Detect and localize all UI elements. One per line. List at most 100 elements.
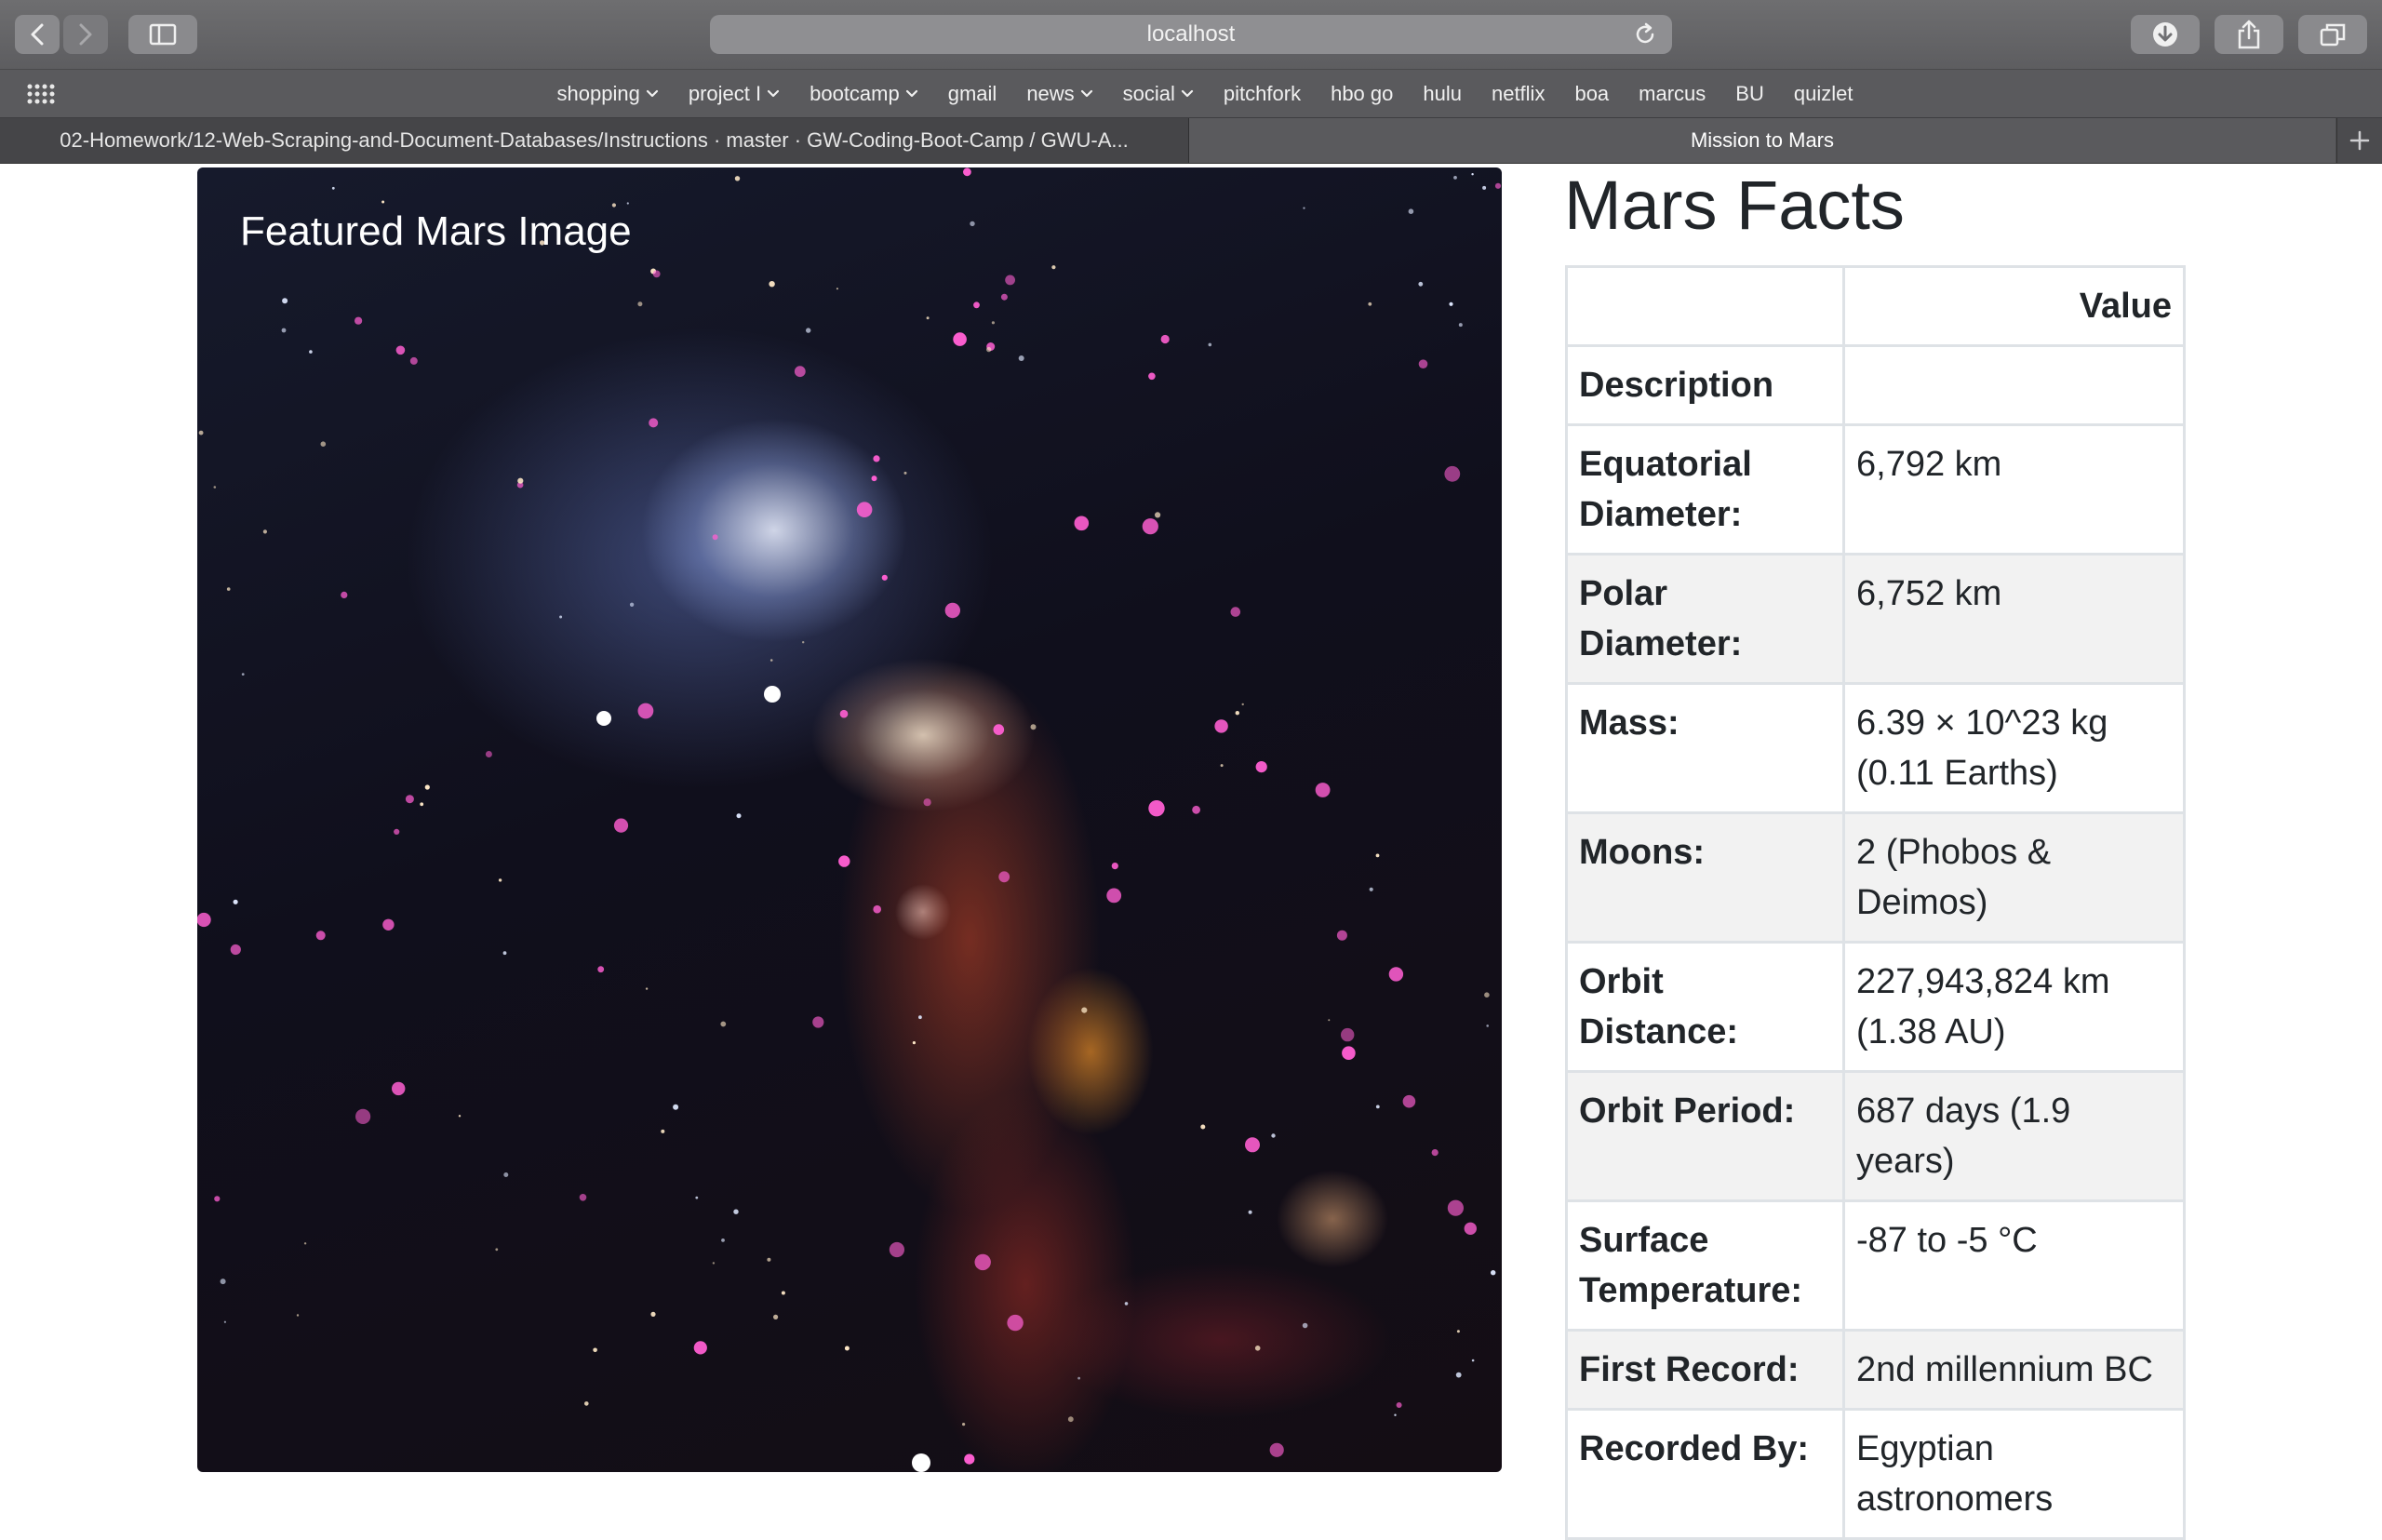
star <box>1005 275 1015 286</box>
star <box>1444 465 1461 482</box>
fact-label: First Record: <box>1565 1329 1845 1411</box>
star <box>794 366 806 378</box>
bookmark-item[interactable]: marcus <box>1639 82 1706 106</box>
bookmark-item[interactable]: BU <box>1735 82 1764 106</box>
back-button[interactable] <box>15 15 60 54</box>
star <box>986 346 992 353</box>
star <box>1106 888 1122 904</box>
star <box>1396 1402 1402 1408</box>
fact-value: 687 days (1.9 years) <box>1842 1070 2186 1202</box>
bookmark-item[interactable]: social <box>1123 82 1194 106</box>
star <box>962 1423 966 1426</box>
star <box>1200 1124 1206 1130</box>
bookmark-item[interactable]: news <box>1026 82 1092 106</box>
star <box>1248 1210 1252 1214</box>
star <box>712 534 718 541</box>
fact-label: Surface Temperature: <box>1565 1199 1845 1332</box>
table-row: Moons: 2 (Phobos & Deimos) <box>1565 811 2186 944</box>
star <box>993 724 1005 735</box>
tab-mission-to-mars[interactable]: Mission to Mars <box>1189 118 2335 163</box>
star <box>309 350 313 354</box>
star <box>1018 355 1024 361</box>
bookmark-item[interactable]: boa <box>1574 82 1609 106</box>
star <box>838 855 850 867</box>
star <box>1074 516 1090 531</box>
fact-value: -87 to -5 °C <box>1842 1199 2186 1332</box>
bookmark-item[interactable]: hulu <box>1423 82 1462 106</box>
star <box>812 1016 824 1028</box>
url-text: localhost <box>1146 21 1236 47</box>
tab-github-instructions[interactable]: 02-Homework/12-Web-Scraping-and-Document… <box>0 118 1189 163</box>
star <box>836 288 838 290</box>
star <box>773 1314 779 1319</box>
bookmark-label: hulu <box>1423 82 1462 105</box>
star <box>912 1041 917 1045</box>
star <box>1431 1149 1439 1157</box>
star <box>392 1081 406 1096</box>
star <box>963 167 971 177</box>
chevron-down-icon <box>1080 89 1092 98</box>
star <box>1111 863 1118 870</box>
star <box>1007 1314 1024 1332</box>
featured-mars-image: Featured Mars Image <box>197 167 1502 1472</box>
star <box>649 418 659 428</box>
browser-toolbar: localhost <box>0 0 2382 69</box>
star <box>1375 853 1380 858</box>
bookmark-item[interactable]: netflix <box>1492 82 1545 106</box>
table-row: Polar Diameter: 6,752 km <box>1565 553 2186 685</box>
tab-title: Mission to Mars <box>1690 128 1835 152</box>
star <box>964 1453 975 1465</box>
download-icon <box>2153 22 2177 47</box>
downloads-button[interactable] <box>2131 15 2200 54</box>
share-button[interactable] <box>2215 15 2283 54</box>
star <box>1030 724 1037 730</box>
star <box>341 591 348 598</box>
new-tab-button[interactable] <box>2336 118 2382 163</box>
star <box>1081 1007 1088 1013</box>
star <box>693 1341 707 1355</box>
bookmark-item[interactable]: quizlet <box>1794 82 1853 106</box>
bookmark-item[interactable]: pitchfork <box>1224 82 1301 106</box>
star <box>873 455 880 462</box>
reload-button[interactable] <box>1633 22 1657 53</box>
star <box>637 703 654 719</box>
share-icon <box>2238 20 2260 49</box>
star <box>918 1015 922 1020</box>
star <box>1456 1330 1460 1333</box>
address-bar[interactable]: localhost <box>710 15 1672 54</box>
star <box>281 328 287 333</box>
bookmark-label: social <box>1122 82 1175 105</box>
bookmark-label: boa <box>1574 82 1610 105</box>
bookmark-item[interactable]: shopping <box>557 82 659 106</box>
star <box>1315 783 1331 797</box>
star <box>626 202 629 205</box>
star <box>781 1291 785 1295</box>
star <box>315 931 326 941</box>
bookmark-item[interactable]: bootcamp <box>810 82 918 106</box>
star <box>1471 173 1474 176</box>
star <box>597 966 605 973</box>
star <box>1388 967 1404 982</box>
tab-overview-button[interactable] <box>2298 15 2367 54</box>
bookmark-item[interactable]: hbo go <box>1331 82 1393 106</box>
sidebar-toggle-button[interactable] <box>128 15 197 54</box>
bright-star <box>912 1453 930 1472</box>
chevron-down-icon <box>905 89 917 98</box>
star <box>661 1129 665 1133</box>
fact-label: Equatorial Diameter: <box>1565 423 1845 556</box>
star <box>844 1346 850 1351</box>
fact-label: Polar Diameter: <box>1565 553 1845 685</box>
forward-button[interactable] <box>63 15 108 54</box>
bookmark-list: shopping project I bootcamp gmail news social… <box>0 70 2382 118</box>
star <box>1077 1376 1080 1380</box>
header-value: Value <box>1842 265 2186 347</box>
star <box>593 1347 597 1353</box>
star <box>1342 1046 1356 1060</box>
bookmark-item[interactable]: project I <box>689 82 780 106</box>
star <box>1254 1346 1261 1351</box>
star <box>611 203 616 208</box>
bookmark-item[interactable]: gmail <box>948 82 997 106</box>
star <box>458 1115 462 1118</box>
table-header-row: Value <box>1565 265 2186 347</box>
star <box>1328 1019 1331 1022</box>
